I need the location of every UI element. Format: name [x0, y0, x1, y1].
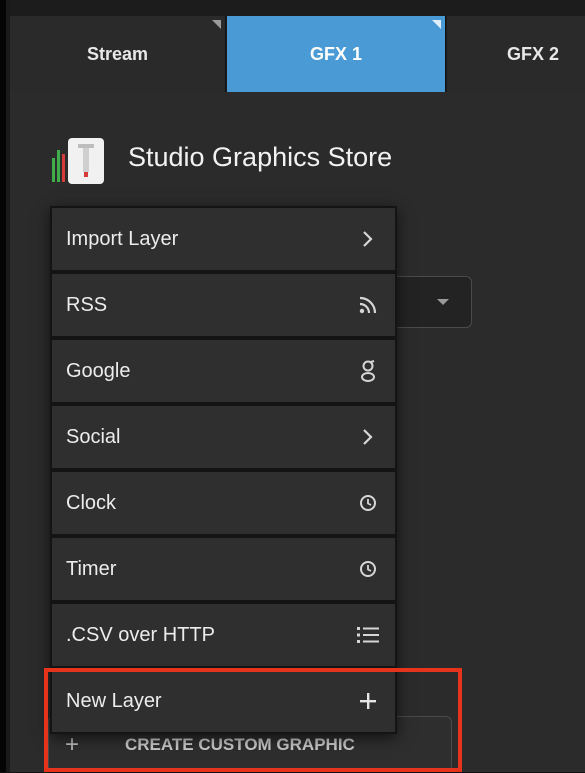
- menu-item-import-layer[interactable]: Import Layer: [52, 208, 395, 270]
- rss-icon: [355, 274, 381, 336]
- menu-item-label: RSS: [66, 293, 108, 316]
- chevron-right-icon: [355, 208, 381, 270]
- menu-item-label: Import Layer: [66, 227, 179, 250]
- tab-gfx-1-label: GFX 1: [309, 43, 362, 64]
- menu-item-label: Social: [66, 425, 121, 448]
- tab-stream-label: Stream: [86, 43, 149, 64]
- list-icon: [355, 604, 381, 666]
- menu-item-clock[interactable]: Clock: [52, 472, 395, 534]
- studio-graphics-store-icon[interactable]: [52, 132, 108, 184]
- menu-item-social[interactable]: Social: [52, 406, 395, 468]
- menu-item-google[interactable]: Google: [52, 340, 395, 402]
- tab-gfx-2-label: GFX 2: [507, 43, 560, 64]
- tab-bar: Stream GFX 1 GFX 2: [10, 0, 585, 92]
- tab-gfx-1[interactable]: GFX 1: [227, 16, 446, 92]
- add-layer-menu: Import Layer RSS Google Social Clock Tim…: [50, 206, 397, 734]
- store-title[interactable]: Studio Graphics Store: [128, 142, 392, 173]
- tab-corner-indicator: [212, 20, 221, 29]
- menu-item-label: .CSV over HTTP: [66, 623, 215, 646]
- menu-item-label: Timer: [66, 557, 117, 580]
- tab-gfx-2[interactable]: GFX 2: [447, 16, 585, 92]
- tab-stream[interactable]: Stream: [10, 16, 226, 92]
- caret-down-icon: [437, 299, 449, 305]
- menu-item-rss[interactable]: RSS: [52, 274, 395, 336]
- menu-item-csv-over-http[interactable]: .CSV over HTTP: [52, 604, 395, 666]
- tab-corner-indicator: [432, 20, 441, 29]
- clock-icon: [355, 538, 381, 600]
- google-icon: [355, 340, 381, 402]
- clock-icon: [355, 472, 381, 534]
- menu-item-timer[interactable]: Timer: [52, 538, 395, 600]
- menu-item-label: Clock: [66, 491, 117, 514]
- chevron-right-icon: [355, 406, 381, 468]
- highlight-box: [44, 668, 462, 772]
- menu-item-label: Google: [66, 359, 131, 382]
